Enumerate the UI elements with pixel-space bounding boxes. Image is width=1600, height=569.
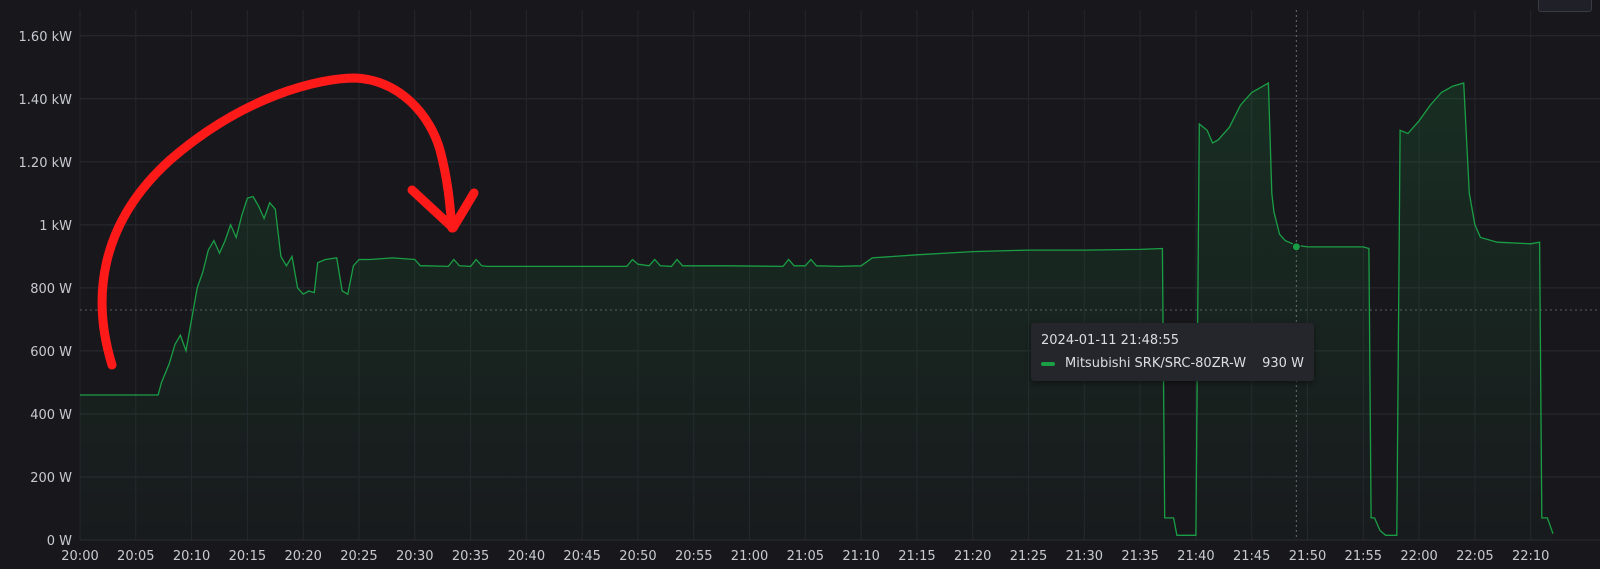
hover-point-marker[interactable]	[1291, 242, 1301, 252]
power-chart: 0 W 200 W 400 W 600 W 800 W 1 kW 1.20 kW 1.40 k…	[19, 10, 1600, 564]
x-tick-label: 22:05	[1456, 549, 1493, 564]
y-tick-label: 600 W	[30, 345, 72, 360]
red-arrowhead-annotation	[407, 185, 479, 233]
x-tick-label: 21:00	[731, 549, 768, 564]
tooltip-time: 2024-01-11 21:48:55	[1041, 333, 1180, 348]
x-tick-label: 22:00	[1400, 549, 1437, 564]
x-tick-label: 20:20	[284, 549, 321, 564]
y-tick-label: 1.60 kW	[19, 30, 73, 45]
y-tick-label: 0 W	[47, 534, 72, 549]
x-tick-label: 21:05	[787, 549, 824, 564]
tooltip-series-value: 930 W	[1262, 356, 1304, 371]
x-tick-label: 21:55	[1345, 549, 1382, 564]
x-tick-label: 21:40	[1177, 549, 1214, 564]
y-tick-label: 200 W	[30, 471, 72, 486]
y-tick-label: 1.40 kW	[19, 93, 73, 108]
chart-panel: 0 W 200 W 400 W 600 W 800 W 1 kW 1.20 kW 1.40 k…	[0, 0, 1600, 569]
x-tick-label: 21:15	[898, 549, 935, 564]
x-tick-label: 20:55	[675, 549, 712, 564]
x-tick-label: 20:00	[61, 549, 98, 564]
x-axis-ticks: 20:00 20:05 20:10 20:15 20:20 20:25 20:30 20:35…	[61, 549, 1549, 564]
x-tick-label: 21:10	[842, 549, 879, 564]
y-tick-label: 800 W	[30, 282, 72, 297]
x-tick-label: 20:15	[229, 549, 266, 564]
x-tick-label: 20:50	[619, 549, 656, 564]
x-tick-label: 21:45	[1233, 549, 1270, 564]
y-tick-label: 1.20 kW	[19, 156, 73, 171]
x-tick-label: 21:25	[1010, 549, 1047, 564]
y-tick-label: 400 W	[30, 408, 72, 423]
series-color-swatch	[1041, 361, 1055, 366]
x-tick-label: 20:30	[396, 549, 433, 564]
x-tick-label: 20:45	[563, 549, 600, 564]
x-tick-label: 20:40	[508, 549, 545, 564]
x-tick-label: 21:20	[954, 549, 991, 564]
x-tick-label: 21:50	[1289, 549, 1326, 564]
hover-tooltip: 2024-01-11 21:48:55 Mitsubishi SRK/SRC-8…	[1031, 323, 1314, 381]
tooltip-series-name: Mitsubishi SRK/SRC-80ZR-W	[1065, 356, 1247, 371]
x-tick-label: 20:10	[173, 549, 210, 564]
panel-menu-button[interactable]	[1538, 0, 1592, 12]
x-tick-label: 20:05	[117, 549, 154, 564]
x-tick-label: 20:25	[340, 549, 377, 564]
x-tick-label: 21:30	[1066, 549, 1103, 564]
y-tick-label: 1 kW	[39, 219, 72, 234]
tooltip-series-row: Mitsubishi SRK/SRC-80ZR-W 930 W	[1041, 356, 1304, 371]
x-tick-label: 20:35	[452, 549, 489, 564]
y-axis-ticks: 0 W 200 W 400 W 600 W 800 W 1 kW 1.20 kW 1.40 k…	[19, 30, 73, 549]
series-area-fill	[80, 83, 1553, 540]
x-tick-label: 22:10	[1512, 549, 1549, 564]
x-tick-label: 21:35	[1121, 549, 1158, 564]
